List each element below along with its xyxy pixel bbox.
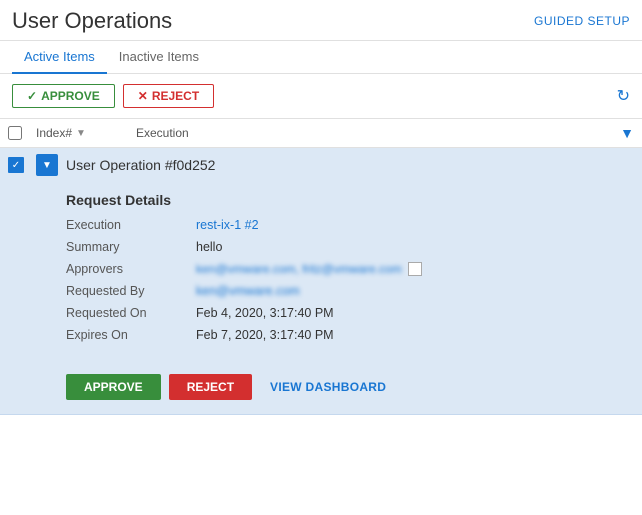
requested-on-label: Requested On (66, 306, 196, 320)
index-column-header: Index# ▼ (36, 126, 136, 140)
detail-approvers: Approvers ken@vmware.com, fritz@vmware.c… (66, 262, 626, 276)
header-checkbox-col (8, 126, 36, 140)
requested-by-label: Requested By (66, 284, 196, 298)
tab-inactive-items[interactable]: Inactive Items (107, 41, 211, 74)
row-checkbox[interactable]: ✓ (8, 157, 24, 173)
detail-requested-by: Requested By ken@vmware.com (66, 284, 626, 298)
row-title: User Operation #f0d252 (66, 157, 634, 173)
detail-summary: Summary hello (66, 240, 626, 254)
tab-active-items[interactable]: Active Items (12, 41, 107, 74)
summary-value: hello (196, 240, 626, 254)
execution-label: Execution (66, 218, 196, 232)
row-main-bar: ✓ ▼ User Operation #f0d252 (0, 148, 642, 182)
refresh-icon[interactable]: ↻ (617, 86, 630, 106)
requested-by-value: ken@vmware.com (196, 284, 300, 298)
action-toolbar: ✓ APPROVE ✕ REJECT ↻ (0, 74, 642, 119)
execution-value[interactable]: rest-ix-1 #2 (196, 218, 626, 232)
detail-execution: Execution rest-ix-1 #2 (66, 218, 626, 232)
execution-column-header: Execution (136, 126, 606, 140)
checkmark-icon: ✓ (27, 89, 37, 103)
tabs-bar: Active Items Inactive Items (0, 41, 642, 74)
approve-top-button[interactable]: ✓ APPROVE (12, 84, 115, 108)
sort-icon[interactable]: ▼ (76, 128, 86, 139)
table-row: ✓ ▼ User Operation #f0d252 Request Detai… (0, 148, 642, 415)
page-title: User Operations (12, 8, 172, 34)
row-checkbox-col: ✓ (8, 157, 36, 173)
approvers-checkbox[interactable] (408, 262, 422, 276)
details-title: Request Details (66, 192, 626, 208)
expand-col: ▼ (36, 154, 66, 176)
approvers-value-row: ken@vmware.com, fritz@vmware.com (196, 262, 422, 276)
expand-button[interactable]: ▼ (36, 154, 58, 176)
request-details-panel: Request Details Execution rest-ix-1 #2 S… (0, 182, 642, 364)
approvers-label: Approvers (66, 262, 196, 276)
table-header: Index# ▼ Execution ▼ (0, 119, 642, 148)
expires-on-label: Expires On (66, 328, 196, 342)
header: User Operations GUIDED SETUP (0, 0, 642, 41)
filter-icon[interactable]: ▼ (620, 125, 634, 141)
reject-top-button[interactable]: ✕ REJECT (123, 84, 214, 108)
detail-requested-on: Requested On Feb 4, 2020, 3:17:40 PM (66, 306, 626, 320)
approve-action-button[interactable]: APPROVE (66, 374, 161, 400)
filter-icon-col: ▼ (606, 125, 634, 141)
row-actions: APPROVE REJECT VIEW DASHBOARD (0, 364, 642, 414)
detail-expires-on: Expires On Feb 7, 2020, 3:17:40 PM (66, 328, 626, 342)
approvers-value: ken@vmware.com, fritz@vmware.com (196, 262, 402, 276)
summary-label: Summary (66, 240, 196, 254)
reject-action-button[interactable]: REJECT (169, 374, 252, 400)
select-all-checkbox[interactable] (8, 126, 22, 140)
guided-setup-link[interactable]: GUIDED SETUP (534, 14, 630, 28)
view-dashboard-button[interactable]: VIEW DASHBOARD (260, 374, 396, 400)
requested-on-value: Feb 4, 2020, 3:17:40 PM (196, 306, 626, 320)
x-icon: ✕ (138, 89, 148, 103)
expires-on-value: Feb 7, 2020, 3:17:40 PM (196, 328, 626, 342)
